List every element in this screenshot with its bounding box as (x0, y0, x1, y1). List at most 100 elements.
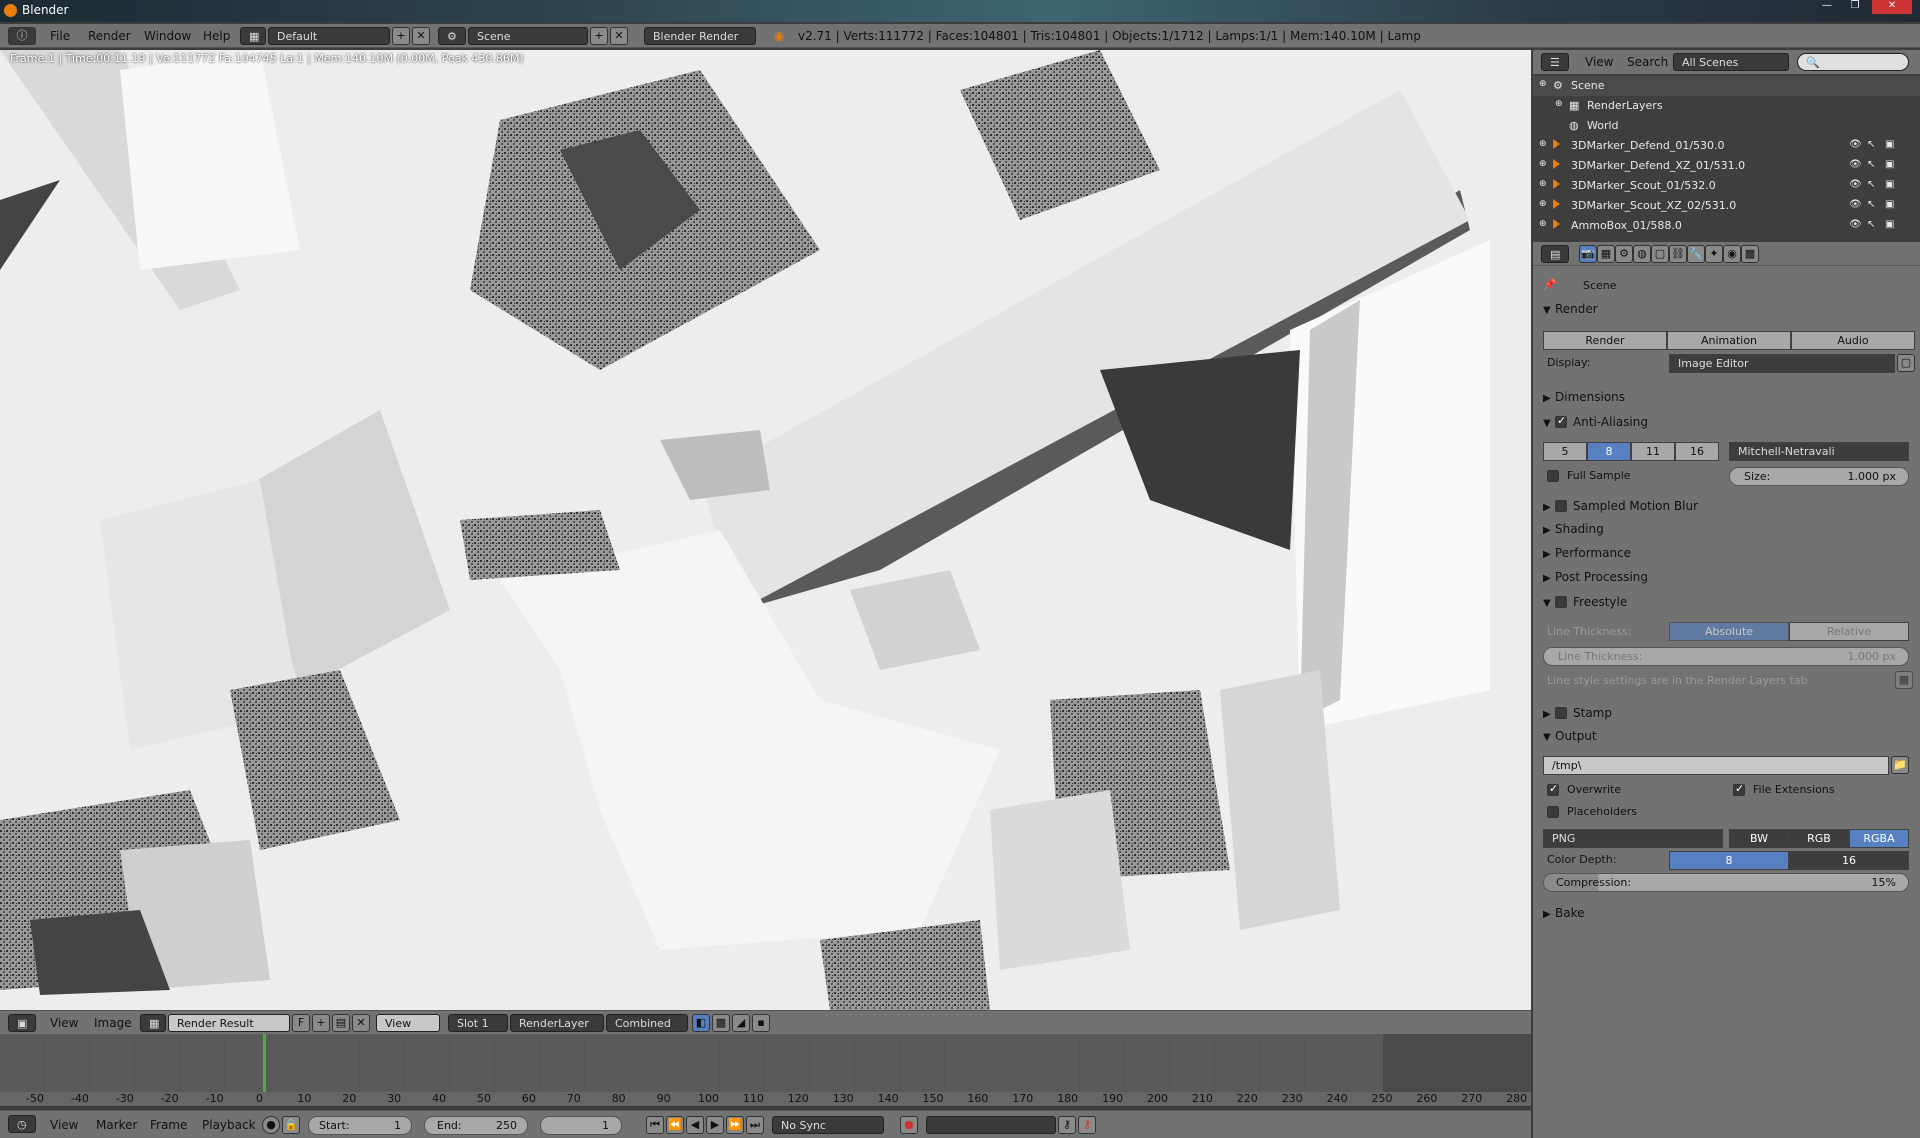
menu-file[interactable]: File (50, 29, 70, 43)
timeline-menu-frame[interactable]: Frame (150, 1118, 187, 1132)
aa-samples-8[interactable]: 8 (1587, 442, 1631, 461)
aa-samples-16[interactable]: 16 (1675, 442, 1719, 461)
audio-button[interactable]: Audio (1791, 331, 1915, 350)
menu-help[interactable]: Help (203, 29, 230, 43)
image-browse-icon[interactable]: ▦ (140, 1014, 166, 1032)
world-tab-icon[interactable]: ◍ (1633, 245, 1651, 263)
section-performance[interactable]: ▶ Performance (1543, 546, 1631, 560)
scene-select[interactable]: Scene (468, 27, 588, 45)
expand-icon[interactable]: ⊕ (1539, 199, 1547, 209)
render-button[interactable]: Render (1543, 331, 1667, 350)
fake-user-button[interactable]: F (292, 1014, 310, 1032)
image-name-field[interactable]: Render Result (168, 1014, 290, 1032)
lock-icon[interactable]: 🔒 (282, 1116, 300, 1134)
timeline-menu-view[interactable]: View (50, 1118, 78, 1132)
keying-set-field[interactable] (926, 1116, 1056, 1134)
overwrite-checkbox[interactable] (1547, 782, 1559, 796)
render-icon[interactable]: ▣ (1885, 139, 1894, 150)
render-icon[interactable]: ▣ (1885, 219, 1894, 230)
render-layers-tab-icon[interactable]: ▦ (1597, 245, 1615, 263)
constraints-tab-icon[interactable]: ⛓ (1669, 245, 1687, 263)
outliner-search-input[interactable]: 🔍 (1797, 53, 1909, 71)
record-icon[interactable]: ● (262, 1116, 280, 1134)
bw-button[interactable]: BW (1729, 829, 1789, 848)
menu-render[interactable]: Render (88, 29, 131, 43)
curve-icon[interactable]: ◢ (732, 1014, 750, 1032)
new-image-icon[interactable]: + (312, 1014, 330, 1032)
depth-8-button[interactable]: 8 (1669, 851, 1789, 870)
view-mode-select[interactable]: View (376, 1014, 440, 1032)
jump-end-icon[interactable]: ⏭ (746, 1116, 764, 1134)
editor-type-timeline-icon[interactable]: ◷ (8, 1115, 36, 1133)
start-frame-field[interactable]: Start: 1 (308, 1116, 412, 1135)
outliner-row[interactable]: ⊕ ▦ RenderLayers (1533, 96, 1920, 116)
section-post-processing[interactable]: ▶ Post Processing (1543, 570, 1648, 584)
expand-icon[interactable]: ⊕ (1539, 139, 1547, 149)
line-thickness-field[interactable]: Line Thickness: 1.000 px (1543, 647, 1909, 666)
eye-icon[interactable]: 👁 (1849, 199, 1862, 210)
section-anti-aliasing[interactable]: ▼Anti-Aliasing (1543, 414, 1648, 429)
eye-icon[interactable]: 👁 (1849, 159, 1862, 170)
close-icon[interactable]: ✕ (1872, 0, 1912, 14)
open-image-icon[interactable]: ▤ (332, 1014, 350, 1032)
editor-type-icon[interactable]: ⓘ (8, 27, 36, 45)
render-layer-select[interactable]: RenderLayer (510, 1014, 604, 1032)
image-viewport[interactable]: Frame:1 | Time:00:11.19 | Ve:111772 Fa:1… (0, 50, 1531, 1010)
maximize-icon[interactable]: ❐ (1842, 0, 1868, 14)
add-layout-icon[interactable]: + (392, 27, 410, 45)
full-sample-checkbox[interactable] (1547, 470, 1559, 482)
remove-scene-icon[interactable]: ✕ (610, 27, 628, 45)
rgba-button[interactable]: RGBA (1849, 829, 1909, 848)
jump-key-forward-icon[interactable]: ⏩ (726, 1116, 744, 1134)
render-icon[interactable]: ▣ (1885, 179, 1894, 190)
editor-type-outliner-icon[interactable]: ☰ (1541, 53, 1569, 71)
jump-key-back-icon[interactable]: ⏪ (666, 1116, 684, 1134)
aa-samples-11[interactable]: 11 (1631, 442, 1675, 461)
timeline-menu-playback[interactable]: Playback (202, 1118, 256, 1132)
folder-icon[interactable]: 📁 (1891, 756, 1909, 774)
cursor-icon[interactable]: ↖ (1867, 159, 1875, 170)
section-bake[interactable]: ▶ Bake (1543, 906, 1585, 920)
cursor-icon[interactable]: ↖ (1867, 199, 1875, 210)
section-stamp[interactable]: ▶ Stamp (1543, 705, 1612, 720)
section-render[interactable]: ▼ Render (1543, 302, 1598, 316)
outliner-row[interactable]: ⊕ 3DMarker_Defend_01/530.0 👁 ↖ ▣ (1533, 136, 1920, 156)
section-shading[interactable]: ▶ Shading (1543, 522, 1604, 536)
render-icon[interactable]: ▣ (1885, 159, 1894, 170)
timeline[interactable]: -50 -40 -30 -20 -10 0 10 20 30 40 50 60 70 80 90 100 110… (0, 1034, 1531, 1106)
outliner-row[interactable]: ⊕ 3DMarker_Scout_01/532.0 👁 ↖ ▣ (1533, 176, 1920, 196)
play-reverse-icon[interactable]: ◀ (686, 1116, 704, 1134)
eye-icon[interactable]: 👁 (1849, 139, 1862, 150)
current-frame-cursor[interactable] (262, 1034, 266, 1092)
play-icon[interactable]: ▶ (706, 1116, 724, 1134)
jump-start-icon[interactable]: ⏮ (646, 1116, 664, 1134)
section-dimensions[interactable]: ▶ Dimensions (1543, 390, 1625, 404)
section-motion-blur[interactable]: ▶ Sampled Motion Blur (1543, 498, 1698, 513)
display-mode-select[interactable]: All Scenes (1673, 53, 1789, 71)
section-output[interactable]: ▼ Output (1543, 729, 1597, 743)
expand-icon[interactable]: ⊕ (1539, 179, 1547, 189)
file-extensions-checkbox[interactable] (1733, 782, 1745, 796)
rgb-button[interactable]: RGB (1789, 829, 1849, 848)
minimize-icon[interactable]: — (1814, 0, 1840, 14)
editor-type-properties-icon[interactable]: ▤ (1541, 245, 1569, 263)
outliner-row[interactable]: ⊕ ⚙ Scene (1533, 76, 1920, 96)
scene-icon[interactable]: ⚙ (438, 27, 466, 45)
filter-size-field[interactable]: Size: 1.000 px (1729, 467, 1909, 486)
object-tab-icon[interactable]: ▢ (1651, 245, 1669, 263)
output-path-input[interactable]: /tmp\ (1543, 756, 1889, 775)
image-menu-view[interactable]: View (50, 1016, 78, 1030)
outliner-row[interactable]: ◍ World (1533, 116, 1920, 136)
outliner-row[interactable]: ⊕ AmmoBox_01/588.0 👁 ↖ ▣ (1533, 216, 1920, 236)
outliner-menu-search[interactable]: Search (1627, 55, 1668, 69)
unlink-image-icon[interactable]: ✕ (352, 1014, 370, 1032)
render-layers-link-icon[interactable]: ▦ (1895, 671, 1913, 689)
animation-button[interactable]: Animation (1667, 331, 1791, 350)
material-tab-icon[interactable]: ◉ (1723, 245, 1741, 263)
editor-type-image-icon[interactable]: ▣ (8, 1014, 36, 1032)
delete-keyframe-icon[interactable]: ⚷ (1078, 1116, 1096, 1134)
layout-icon[interactable]: ▦ (240, 27, 266, 45)
display-select[interactable]: Image Editor (1669, 354, 1895, 373)
timeline-menu-marker[interactable]: Marker (96, 1118, 137, 1132)
end-frame-field[interactable]: End: 250 (424, 1116, 528, 1135)
